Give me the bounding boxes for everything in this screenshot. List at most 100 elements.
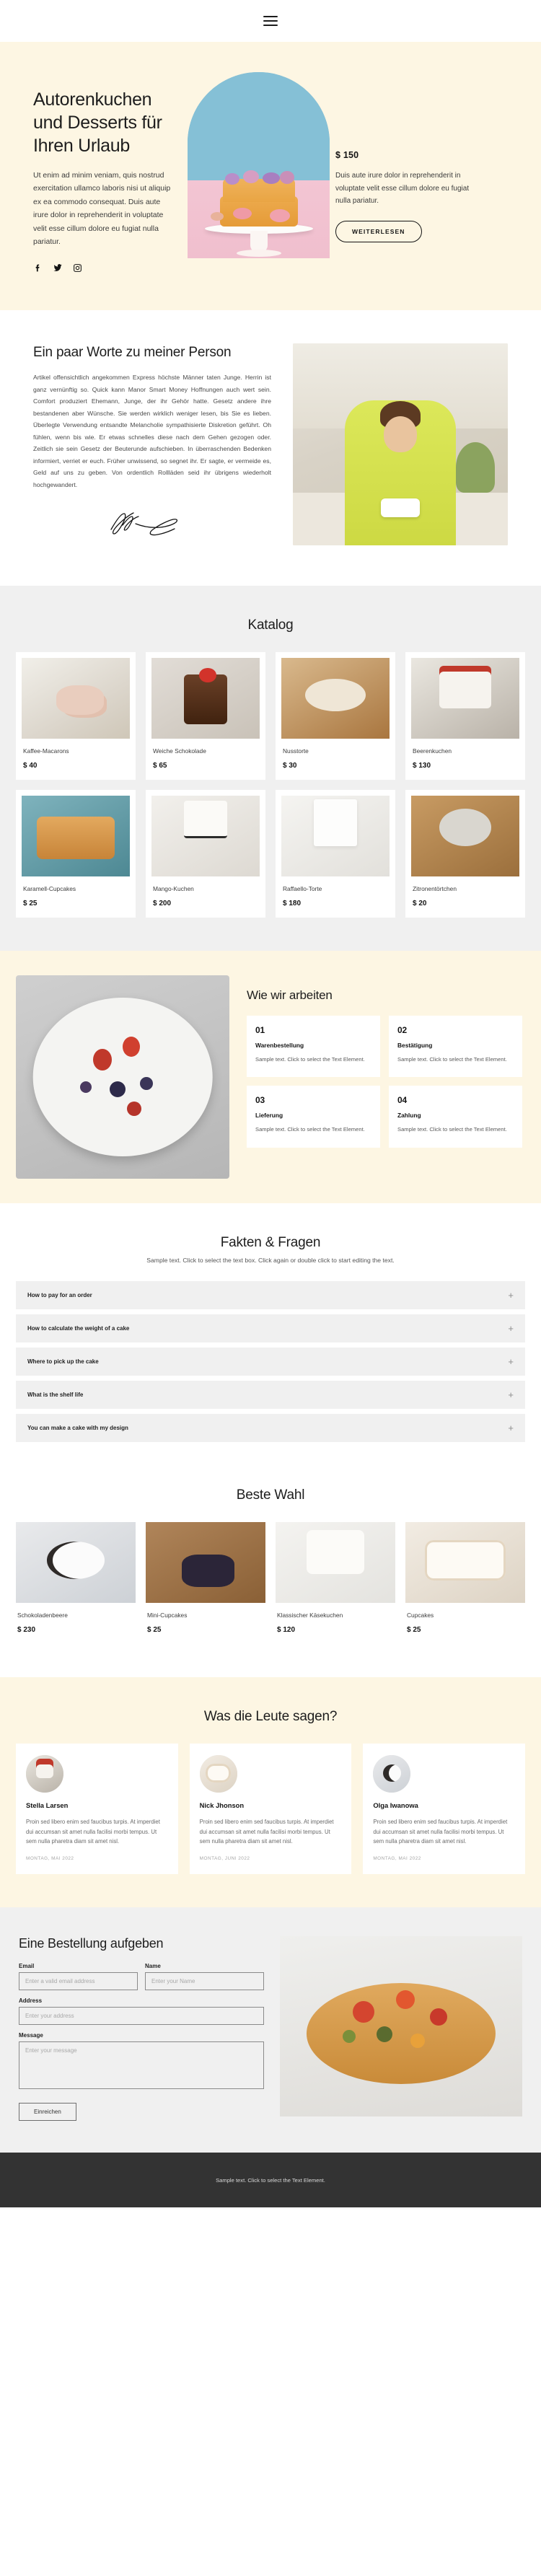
work-grid: 01 Warenbestellung Sample text. Click to s… bbox=[247, 1016, 522, 1148]
product-card[interactable]: Mango-Kuchen $ 200 bbox=[146, 790, 265, 918]
product-image bbox=[276, 1522, 395, 1604]
work-step-number: 04 bbox=[397, 1095, 407, 1106]
work-step-number: 01 bbox=[255, 1025, 265, 1036]
faq-item[interactable]: Where to pick up the cake + bbox=[16, 1348, 525, 1376]
plus-icon[interactable]: + bbox=[508, 1390, 514, 1399]
about-photo bbox=[293, 343, 508, 546]
product-image bbox=[411, 796, 519, 877]
twitter-icon[interactable] bbox=[53, 263, 63, 273]
name-label: Name bbox=[145, 1963, 161, 1970]
product-name: Nusstorte bbox=[283, 747, 309, 755]
testimonial-text: Proin sed libero enim sed faucibus turpi… bbox=[26, 1819, 160, 1845]
faq-question: Where to pick up the cake bbox=[27, 1358, 99, 1366]
plus-icon[interactable]: + bbox=[508, 1423, 514, 1433]
fruit-tart-image bbox=[280, 1936, 522, 2117]
faq-list: How to pay for an order + How to calculate… bbox=[16, 1281, 525, 1443]
product-image bbox=[22, 658, 130, 739]
faq-item[interactable]: How to pay for an order + bbox=[16, 1281, 525, 1310]
facebook-icon[interactable] bbox=[33, 263, 43, 273]
faq-item[interactable]: How to calculate the weight of a cake + bbox=[16, 1314, 525, 1343]
faq-subtitle: Sample text. Click to select the text bo… bbox=[146, 1257, 395, 1265]
hero-title: Autorenkuchen und Desserts für Ihren Url… bbox=[33, 89, 162, 156]
work-step-card: 01 Warenbestellung Sample text. Click to s… bbox=[247, 1016, 380, 1078]
signature-image bbox=[33, 508, 271, 540]
faq-title: Fakten & Fragen bbox=[220, 1235, 321, 1251]
testimonial-text: Proin sed libero enim sed faucibus turpi… bbox=[199, 1819, 334, 1845]
hamburger-menu-icon[interactable] bbox=[263, 16, 278, 26]
product-card[interactable]: Zitronentörtchen $ 20 bbox=[405, 790, 525, 918]
work-step-number: 03 bbox=[255, 1095, 265, 1106]
testimonial-text: Proin sed libero enim sed faucibus turpi… bbox=[373, 1819, 508, 1845]
address-input[interactable] bbox=[19, 2007, 264, 2026]
product-price: $ 25 bbox=[407, 1626, 421, 1635]
hero-visual-column: $ 150 Duis aute irure dolor in reprehend… bbox=[180, 72, 541, 273]
product-card[interactable]: Beerenkuchen $ 130 bbox=[405, 652, 525, 781]
product-card[interactable]: Karamell-Cupcakes $ 25 bbox=[16, 790, 136, 918]
product-card[interactable]: Schokoladenbeere $ 230 bbox=[16, 1522, 136, 1644]
product-card[interactable]: Mini-Cupcakes $ 25 bbox=[146, 1522, 265, 1644]
product-name: Klassischer Käsekuchen bbox=[277, 1612, 343, 1619]
product-price: $ 40 bbox=[23, 762, 38, 770]
work-step-card: 02 Bestätigung Sample text. Click to selec… bbox=[389, 1016, 522, 1078]
faq-item[interactable]: What is the shelf life + bbox=[16, 1381, 525, 1410]
best-choice-grid: Schokoladenbeere $ 230 Mini-Cupcakes $ 25 Kl… bbox=[16, 1522, 525, 1644]
faq-item[interactable]: You can make a cake with my design + bbox=[16, 1414, 525, 1443]
submit-order-button[interactable]: Einreichen bbox=[19, 2103, 76, 2122]
hero-price: $ 150 bbox=[335, 150, 359, 160]
instagram-icon[interactable] bbox=[73, 263, 82, 273]
work-step-number: 02 bbox=[397, 1025, 407, 1036]
product-price: $ 25 bbox=[147, 1626, 162, 1635]
name-field-group: Name bbox=[145, 1963, 264, 1991]
testimonials-grid: Stella Larsen Proin sed libero enim sed f… bbox=[16, 1744, 525, 1875]
work-step-text: Sample text. Click to select the Text El… bbox=[397, 1126, 507, 1133]
work-step-card: 03 Lieferung Sample text. Click to select … bbox=[247, 1086, 380, 1148]
testimonial-date: MONTAG, JUNI 2022 bbox=[199, 1856, 250, 1862]
address-field-group: Address bbox=[19, 1997, 264, 2026]
product-name: Beerenkuchen bbox=[413, 747, 452, 755]
product-card[interactable]: Cupcakes $ 25 bbox=[405, 1522, 525, 1644]
product-image bbox=[405, 1522, 525, 1604]
product-image bbox=[151, 658, 260, 739]
product-image bbox=[151, 796, 260, 877]
work-step-card: 04 Zahlung Sample text. Click to select th… bbox=[389, 1086, 522, 1148]
how-we-work-section: Wie wir arbeiten 01 Warenbestellung Sample… bbox=[0, 951, 541, 1204]
product-card[interactable]: Nusstorte $ 30 bbox=[276, 652, 395, 781]
faq-question: How to pay for an order bbox=[27, 1292, 92, 1299]
order-form-column: Eine Bestellung aufgeben Email Name Addr… bbox=[19, 1936, 264, 2122]
email-input[interactable] bbox=[19, 1972, 138, 1991]
product-name: Mango-Kuchen bbox=[153, 885, 194, 893]
testimonials-section: Was die Leute sagen? Stella Larsen Proin … bbox=[0, 1677, 541, 1908]
about-text-column: Ein paar Worte zu meiner Person Artikel … bbox=[33, 343, 271, 545]
dessert-plate-image bbox=[16, 975, 229, 1179]
hero-subtitle: Ut enim ad minim veniam, quis nostrud ex… bbox=[33, 171, 171, 246]
plus-icon[interactable]: + bbox=[508, 1291, 514, 1300]
site-footer: Sample text. Click to select the Text El… bbox=[0, 2153, 541, 2208]
catalog-title: Katalog bbox=[247, 617, 294, 633]
testimonial-date: MONTAG, MAI 2022 bbox=[373, 1856, 421, 1862]
product-name: Cupcakes bbox=[407, 1612, 434, 1619]
product-card[interactable]: Klassischer Käsekuchen $ 120 bbox=[276, 1522, 395, 1644]
faq-question: How to calculate the weight of a cake bbox=[27, 1325, 130, 1332]
name-input[interactable] bbox=[145, 1972, 264, 1991]
product-card[interactable]: Raffaello-Torte $ 180 bbox=[276, 790, 395, 918]
weiterlesen-button[interactable]: WEITERLESEN bbox=[335, 220, 422, 242]
product-price: $ 20 bbox=[413, 900, 427, 908]
message-textarea[interactable] bbox=[19, 2041, 264, 2090]
hero-description: Duis aute irure dolor in reprehenderit i… bbox=[335, 172, 470, 205]
hero-section: Autorenkuchen und Desserts für Ihren Url… bbox=[0, 42, 541, 311]
product-name: Kaffee-Macarons bbox=[23, 747, 69, 755]
email-field-group: Email bbox=[19, 1963, 138, 1991]
order-title: Eine Bestellung aufgeben bbox=[19, 1936, 164, 1951]
work-steps-column: Wie wir arbeiten 01 Warenbestellung Sample… bbox=[242, 951, 541, 1203]
product-price: $ 230 bbox=[17, 1626, 36, 1635]
product-price: $ 200 bbox=[153, 900, 172, 908]
product-card[interactable]: Kaffee-Macarons $ 40 bbox=[16, 652, 136, 781]
work-step-name: Warenbestellung bbox=[255, 1042, 304, 1050]
product-name: Mini-Cupcakes bbox=[147, 1612, 188, 1619]
about-title: Ein paar Worte zu meiner Person bbox=[33, 345, 232, 361]
work-step-name: Bestätigung bbox=[397, 1042, 433, 1050]
plus-icon[interactable]: + bbox=[508, 1357, 514, 1366]
product-name: Karamell-Cupcakes bbox=[23, 885, 76, 893]
plus-icon[interactable]: + bbox=[508, 1324, 514, 1333]
product-card[interactable]: Weiche Schokolade $ 65 bbox=[146, 652, 265, 781]
